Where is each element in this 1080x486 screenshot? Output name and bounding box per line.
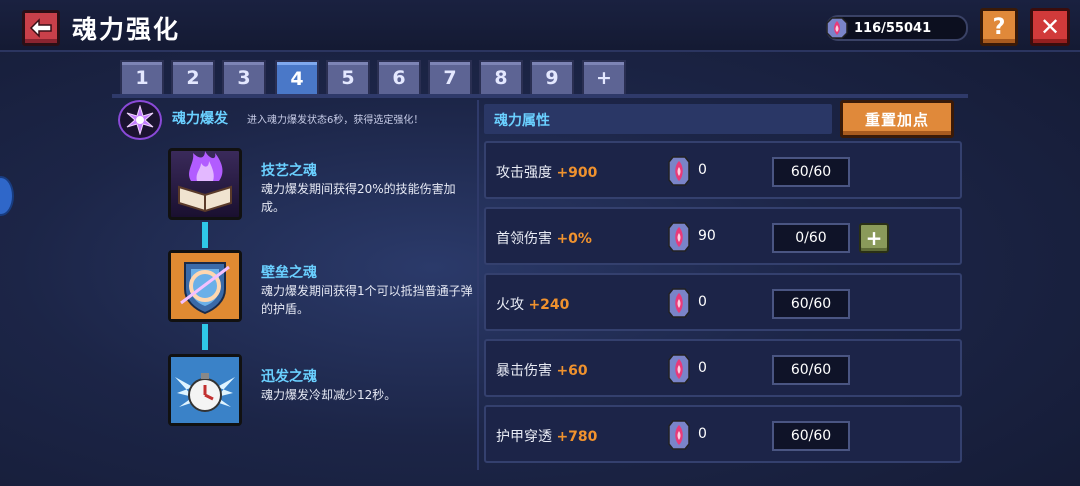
help-button[interactable]: ?: [980, 8, 1018, 46]
attribute-bonus: +780: [556, 429, 598, 445]
soul-gem-icon: [826, 17, 848, 39]
attribute-level: 60/60: [772, 289, 850, 319]
skill-name: 技艺之魂: [261, 163, 317, 179]
tab-underline: [112, 94, 968, 98]
attribute-level: 60/60: [772, 421, 850, 451]
attribute-name: 首领伤害 +0%: [496, 231, 592, 247]
soul-gem-icon: [668, 156, 690, 186]
add-point-button[interactable]: +: [859, 223, 889, 253]
shield-ring-icon: [171, 253, 239, 319]
burst-description: 进入魂力爆发状态6秒，获得选定强化！: [247, 115, 424, 126]
burst-title: 魂力爆发: [172, 111, 228, 127]
burst-star-icon: [126, 105, 154, 135]
side-orb-button[interactable]: [0, 176, 14, 216]
panel-divider: [477, 100, 479, 470]
skill-icon-bulwark-soul[interactable]: [168, 250, 242, 322]
plus-icon: +: [596, 67, 612, 89]
back-button[interactable]: [22, 10, 60, 46]
attribute-row-fire-attack: 火攻 +240 0 60/60: [484, 273, 962, 331]
arrow-left-icon: [29, 18, 52, 38]
soul-gem-icon: [668, 288, 690, 318]
attributes-header: 魂力属性: [484, 104, 832, 134]
attribute-name: 暴击伤害 +60: [496, 363, 588, 379]
skill-description: 魂力爆发冷却减少12秒。: [261, 388, 397, 402]
skill-description: 魂力爆发期间获得1个可以抵挡普通子弹的护盾。: [261, 284, 473, 316]
soul-currency-display: 116/55041: [826, 15, 968, 41]
soul-burst-icon: [118, 100, 162, 140]
book-flame-icon: [178, 151, 232, 213]
attribute-level: 60/60: [772, 355, 850, 385]
close-icon: ✕: [1039, 13, 1061, 41]
tab-7[interactable]: 7: [428, 60, 472, 94]
attribute-row-attack-power: 攻击强度 +900 0 60/60: [484, 141, 962, 199]
attribute-row-boss-damage: 首领伤害 +0% 90 0/60 +: [484, 207, 962, 265]
gem-count: 0: [698, 426, 707, 442]
attribute-name: 护甲穿透 +780: [496, 429, 598, 445]
skill-connector: [202, 222, 208, 248]
soul-gem-icon: [668, 222, 690, 252]
attribute-bonus: +900: [556, 165, 598, 181]
tab-5[interactable]: 5: [326, 60, 370, 94]
plus-icon: +: [865, 226, 883, 250]
tab-2[interactable]: 2: [171, 60, 215, 94]
page-title: 魂力强化: [72, 15, 181, 44]
gem-count: 0: [698, 360, 707, 376]
soul-gem-icon: [668, 420, 690, 450]
close-button[interactable]: ✕: [1030, 8, 1070, 46]
attribute-bonus: +240: [528, 297, 570, 313]
gem-count: 0: [698, 162, 707, 178]
skill-icon-swift-soul[interactable]: [168, 354, 242, 426]
reset-points-button[interactable]: 重置加点: [840, 100, 954, 138]
tab-1[interactable]: 1: [120, 60, 164, 94]
skill-name: 迅发之魂: [261, 369, 317, 385]
attribute-bonus: +60: [556, 363, 588, 379]
tab-9[interactable]: 9: [530, 60, 574, 94]
attribute-row-crit-damage: 暴击伤害 +60 0 60/60: [484, 339, 962, 397]
tab-4[interactable]: 4: [275, 60, 319, 96]
attribute-level: 0/60: [772, 223, 850, 253]
winged-clock-icon: [171, 357, 239, 423]
currency-value: 116/55041: [854, 20, 932, 36]
tab-3[interactable]: 3: [222, 60, 266, 94]
tab-add[interactable]: +: [582, 60, 626, 94]
attribute-row-armor-penetration: 护甲穿透 +780 0 60/60: [484, 405, 962, 463]
tab-6[interactable]: 6: [377, 60, 421, 94]
attribute-bonus: +0%: [556, 231, 592, 247]
help-label: ?: [992, 14, 1006, 40]
attribute-name: 攻击强度 +900: [496, 165, 598, 181]
gem-count: 90: [698, 228, 716, 244]
soul-gem-icon: [668, 354, 690, 384]
skill-icon-craft-soul[interactable]: [168, 148, 242, 220]
gem-count: 0: [698, 294, 707, 310]
skill-description: 魂力爆发期间获得20%的技能伤害加成。: [261, 182, 456, 214]
attribute-name: 火攻 +240: [496, 297, 570, 313]
attributes-header-label: 魂力属性: [494, 113, 550, 129]
tab-8[interactable]: 8: [479, 60, 523, 94]
attribute-level: 60/60: [772, 157, 850, 187]
skill-connector: [202, 324, 208, 350]
skill-name: 壁垒之魂: [261, 265, 317, 281]
top-bar: 魂力强化 116/55041 ? ✕: [0, 0, 1080, 52]
